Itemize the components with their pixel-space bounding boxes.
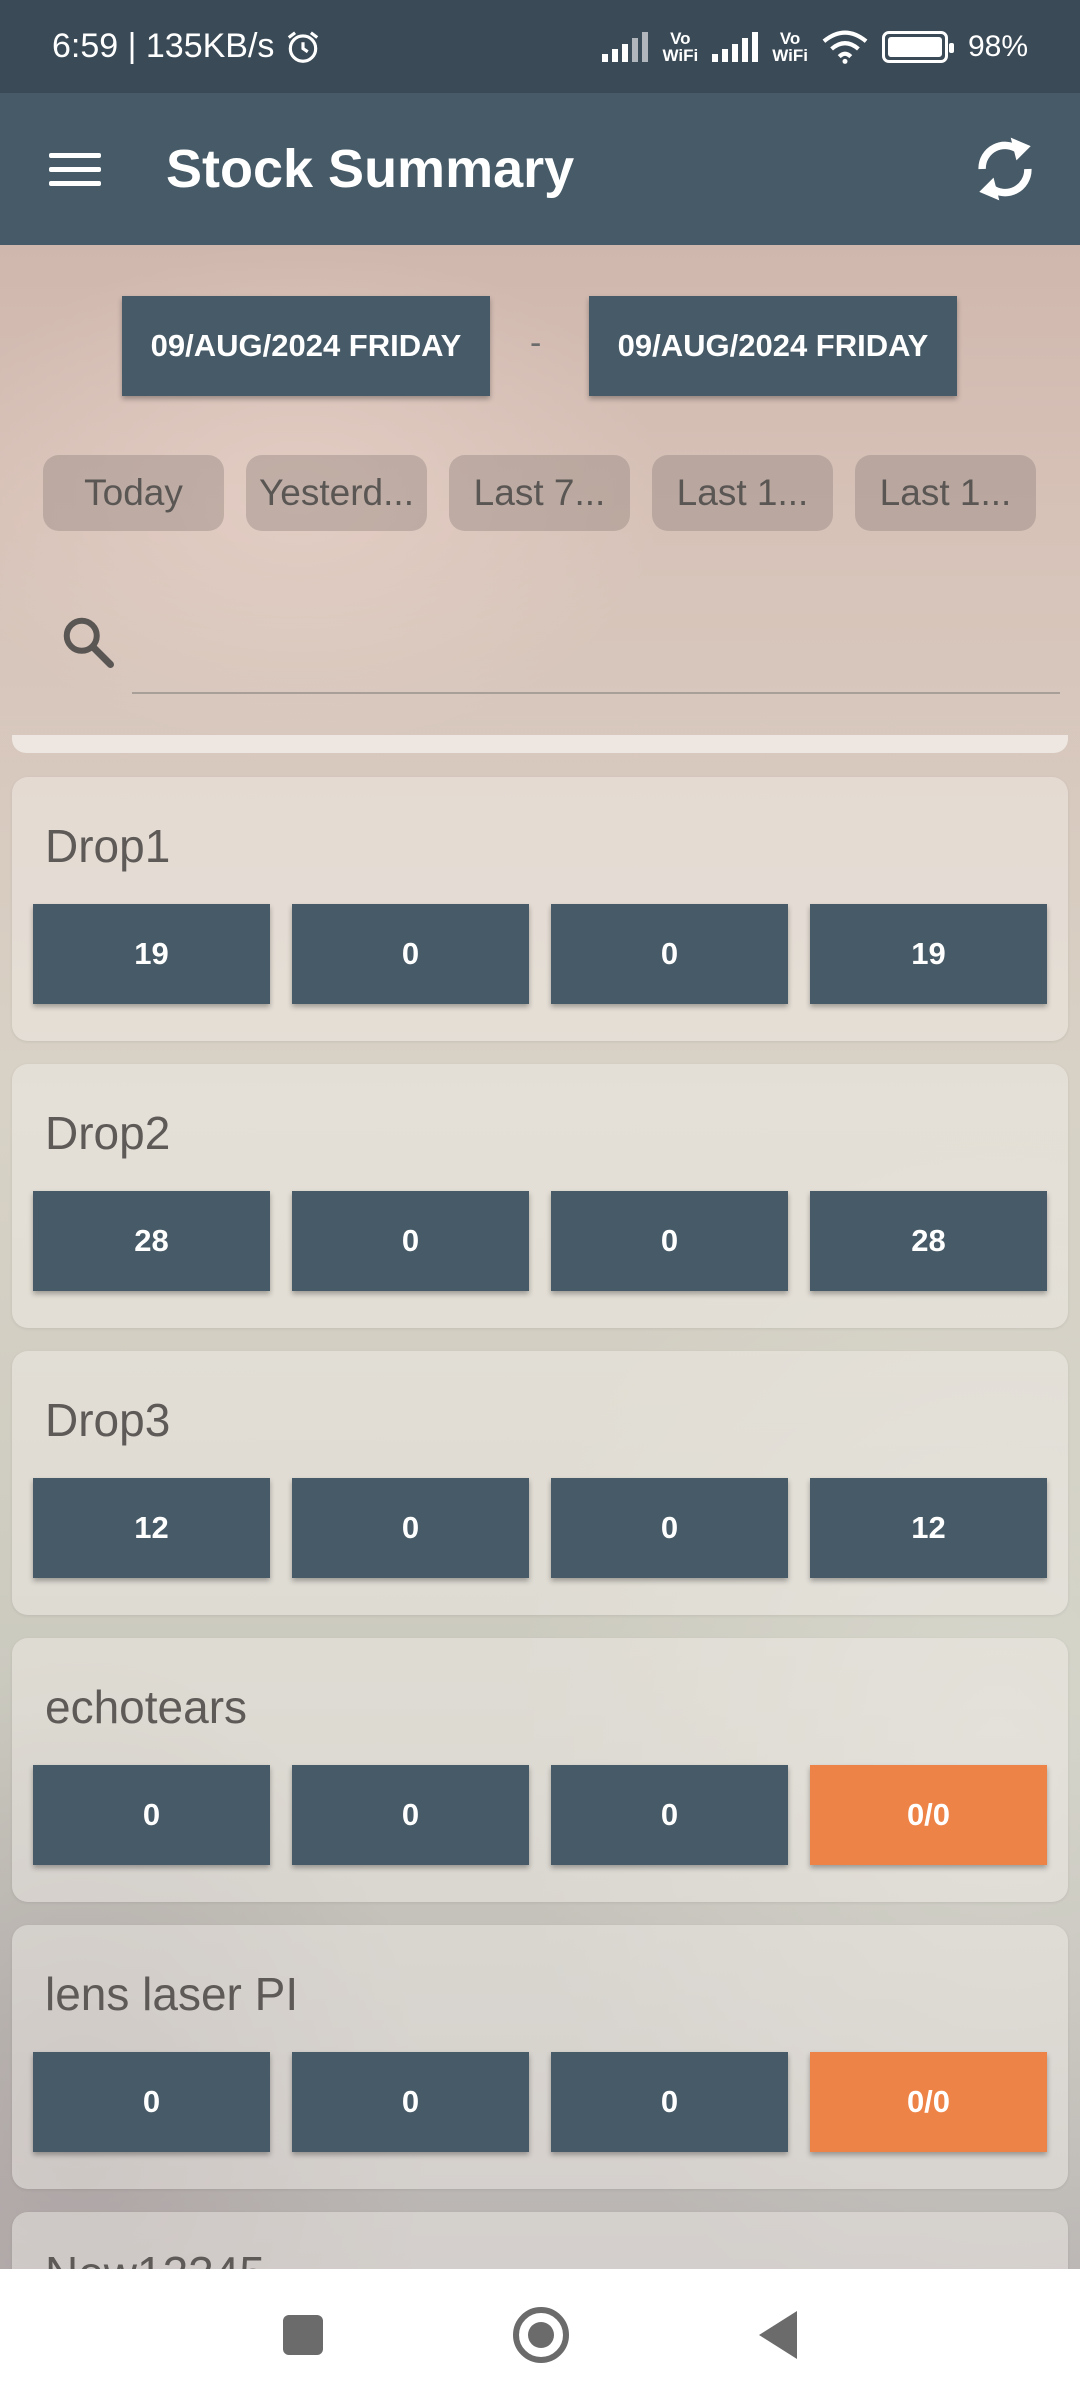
list-item[interactable]: Drop1 19 0 0 19 bbox=[12, 777, 1068, 1041]
value-cell[interactable]: 12 bbox=[810, 1478, 1047, 1578]
value-cell[interactable]: 19 bbox=[33, 904, 270, 1004]
value-cell[interactable]: 12 bbox=[33, 1478, 270, 1578]
refresh-icon bbox=[978, 137, 1032, 201]
wifi-icon bbox=[822, 30, 868, 64]
value-cell[interactable]: 0 bbox=[551, 1478, 788, 1578]
status-bar: 6:59 | 135KB/s Vo WiFi Vo WiFi 98% bbox=[0, 0, 1080, 93]
value-cell[interactable]: 28 bbox=[33, 1191, 270, 1291]
signal-icon bbox=[602, 31, 649, 62]
value-cell-warning[interactable]: 0/0 bbox=[810, 2052, 1047, 2152]
refresh-button[interactable] bbox=[930, 93, 1080, 245]
search-icon bbox=[63, 617, 114, 668]
chip-last-1b[interactable]: Last 1... bbox=[855, 455, 1036, 531]
menu-button[interactable] bbox=[0, 93, 150, 245]
battery-percent: 98% bbox=[967, 29, 1028, 63]
item-name: echotears bbox=[45, 1681, 248, 1733]
chip-today[interactable]: Today bbox=[43, 455, 224, 531]
battery-icon bbox=[881, 30, 954, 63]
vowifi-label: Vo WiFi bbox=[662, 28, 699, 65]
menu-icon bbox=[49, 144, 101, 195]
date-range: 09/AUG/2024 FRIDAY - 09/AUG/2024 FRIDAY bbox=[0, 296, 1080, 396]
item-name: New12345 bbox=[45, 2246, 265, 2269]
value-cell[interactable]: 0 bbox=[551, 1765, 788, 1865]
chip-yesterday[interactable]: Yesterd... bbox=[246, 455, 427, 531]
list-item[interactable]: echotears 0 0 0 0/0 bbox=[12, 1638, 1068, 1902]
value-cell-warning[interactable]: 0/0 bbox=[810, 1765, 1047, 1865]
value-cell[interactable]: 0 bbox=[551, 904, 788, 1004]
from-date-button[interactable]: 09/AUG/2024 FRIDAY bbox=[122, 296, 490, 396]
value-cell[interactable]: 0 bbox=[292, 904, 529, 1004]
item-name: Drop3 bbox=[45, 1394, 171, 1446]
to-date-button[interactable]: 09/AUG/2024 FRIDAY bbox=[589, 296, 957, 396]
quick-range-chips: Today Yesterd... Last 7... Last 1... Las… bbox=[43, 455, 1036, 531]
date-separator: - bbox=[530, 324, 542, 362]
list-item[interactable]: Drop2 28 0 0 28 bbox=[12, 1064, 1068, 1328]
vowifi-label-2: Vo WiFi bbox=[772, 28, 808, 65]
list-item[interactable]: lens laser PI 0 0 0 0/0 bbox=[12, 1925, 1068, 2189]
list-item[interactable]: New12345 bbox=[12, 2212, 1068, 2269]
value-cell[interactable]: 0 bbox=[551, 2052, 788, 2152]
list-item[interactable]: Drop3 12 0 0 12 bbox=[12, 1351, 1068, 1615]
value-cell[interactable]: 0 bbox=[292, 1478, 529, 1578]
value-cell[interactable]: 0 bbox=[33, 1765, 270, 1865]
status-time-speed: 6:59 | 135KB/s bbox=[52, 27, 275, 65]
back-icon[interactable] bbox=[759, 2310, 797, 2359]
alarm-icon bbox=[288, 30, 319, 63]
value-cell[interactable]: 28 bbox=[810, 1191, 1047, 1291]
value-cell[interactable]: 0 bbox=[33, 2052, 270, 2152]
item-name: Drop2 bbox=[45, 1107, 171, 1159]
app-bar: Stock Summary bbox=[0, 93, 1080, 245]
value-cell[interactable]: 19 bbox=[810, 904, 1047, 1004]
item-name: lens laser PI bbox=[45, 1968, 299, 2020]
value-cell[interactable]: 0 bbox=[292, 2052, 529, 2152]
search-input[interactable] bbox=[132, 610, 1060, 694]
value-cell[interactable]: 0 bbox=[292, 1191, 529, 1291]
item-name: Drop1 bbox=[45, 820, 171, 872]
recent-apps-icon[interactable] bbox=[283, 2314, 323, 2355]
signal-icon-2 bbox=[712, 31, 759, 62]
value-cell[interactable]: 0 bbox=[292, 1765, 529, 1865]
list-item bbox=[12, 735, 1068, 753]
stock-list[interactable]: Drop1 19 0 0 19 Drop2 28 0 0 28 Drop3 12… bbox=[0, 735, 1080, 2269]
page-title: Stock Summary bbox=[166, 139, 575, 199]
home-icon[interactable] bbox=[513, 2306, 569, 2363]
value-cell[interactable]: 0 bbox=[551, 1191, 788, 1291]
system-nav-bar bbox=[0, 2269, 1080, 2400]
chip-last-1a[interactable]: Last 1... bbox=[652, 455, 833, 531]
chip-last-7[interactable]: Last 7... bbox=[449, 455, 630, 531]
search-bar bbox=[0, 590, 1080, 705]
